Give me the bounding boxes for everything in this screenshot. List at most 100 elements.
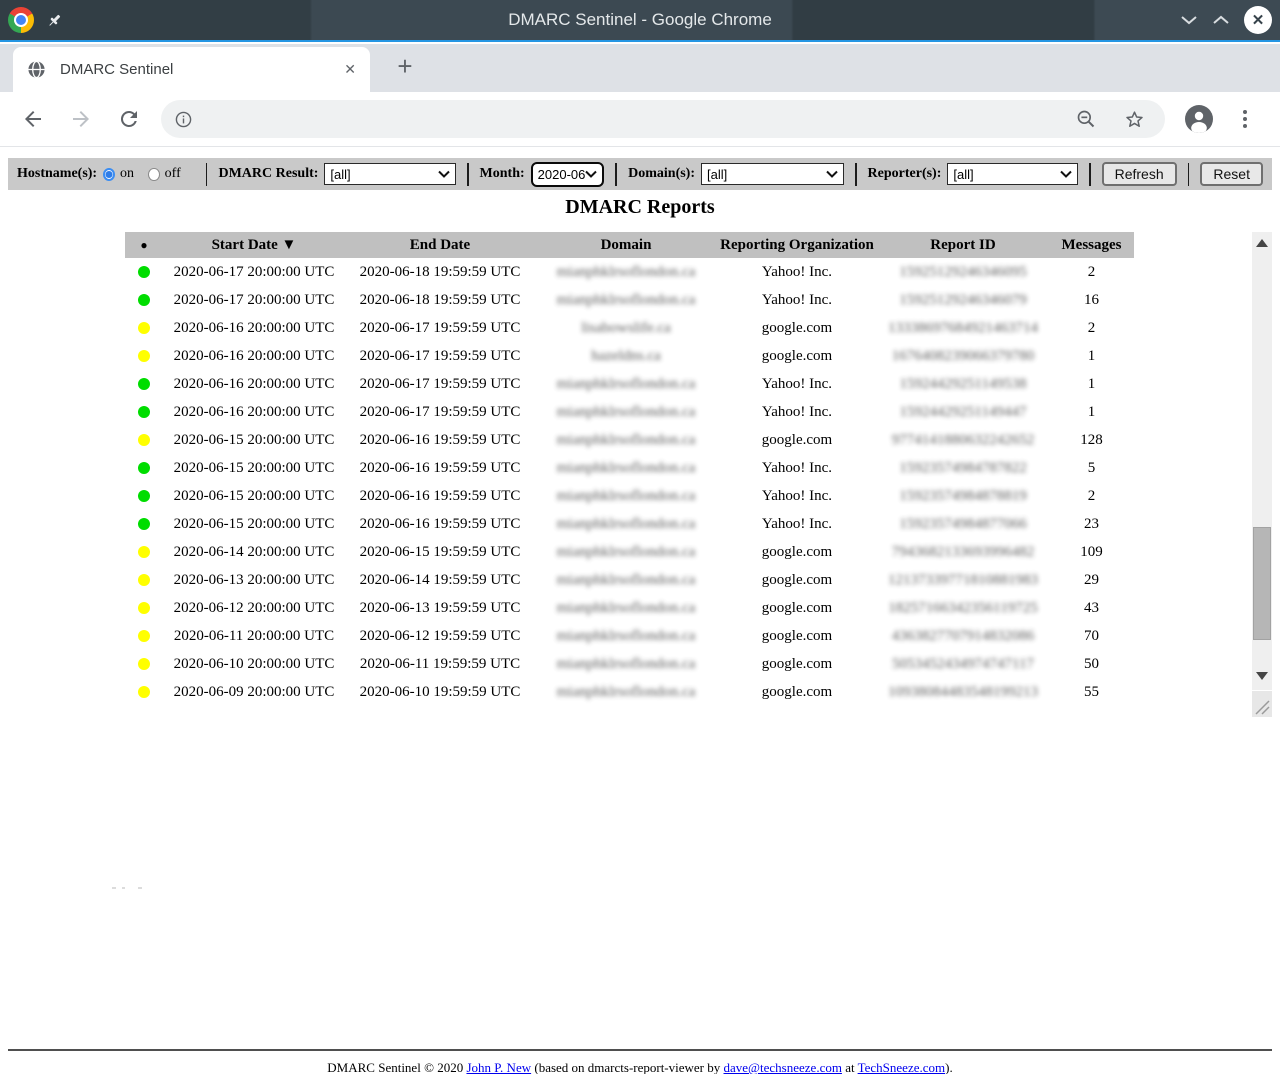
email-link[interactable]: dave@techsneeze.com [724,1060,842,1074]
table-row[interactable]: 2020-06-14 20:00:00 UTC 2020-06-15 19:59… [125,538,1134,566]
window-title: DMARC Sentinel - Google Chrome [0,0,1280,40]
tab-strip: DMARC Sentinel ✕ + [0,44,1280,92]
start-date-cell: 2020-06-13 20:00:00 UTC [163,566,345,594]
profile-avatar[interactable] [1185,105,1213,133]
table-row[interactable]: 2020-06-10 20:00:00 UTC 2020-06-11 19:59… [125,650,1134,678]
header-start-date[interactable]: Start Date ▼ [163,232,345,258]
table-row[interactable]: 2020-06-16 20:00:00 UTC 2020-06-17 19:59… [125,398,1134,426]
reset-button[interactable]: Reset [1200,162,1263,186]
table-row[interactable]: 2020-06-16 20:00:00 UTC 2020-06-17 19:59… [125,314,1134,342]
start-date-cell: 2020-06-15 20:00:00 UTC [163,426,345,454]
table-row[interactable]: 2020-06-12 20:00:00 UTC 2020-06-13 19:59… [125,594,1134,622]
messages-cell: 23 [1049,510,1134,538]
filter-separator [467,163,469,186]
report-id-cell: 18257166342356119725 [877,594,1049,622]
tab-dmarc-sentinel[interactable]: DMARC Sentinel ✕ [13,47,370,92]
faint-artifact [112,887,144,889]
messages-cell: 29 [1049,566,1134,594]
domain-cell: mianphklrsoflondon.ca [535,622,717,650]
status-dot [138,602,150,614]
start-date-cell: 2020-06-17 20:00:00 UTC [163,258,345,286]
status-cell [125,370,163,398]
address-bar[interactable] [161,100,1165,138]
zoom-indicator-icon[interactable] [1076,109,1096,129]
hostname-off-label: off [165,166,181,182]
end-date-cell: 2020-06-17 19:59:59 UTC [345,370,535,398]
domain-cell: mianphklrsoflondon.ca [535,482,717,510]
reporting-organization-cell: google.com [717,566,877,594]
dmarc-result-select[interactable]: [all] [324,163,455,185]
forward-button[interactable] [66,104,96,134]
table-row[interactable]: 2020-06-15 20:00:00 UTC 2020-06-16 19:59… [125,426,1134,454]
table-row[interactable]: 2020-06-09 20:00:00 UTC 2020-06-10 19:59… [125,678,1134,706]
header-status[interactable]: ● [125,232,163,258]
domain-cell: mianphklrsoflondon.ca [535,454,717,482]
status-dot [138,406,150,418]
table-row[interactable]: 2020-06-17 20:00:00 UTC 2020-06-18 19:59… [125,286,1134,314]
minimize-button[interactable] [1180,15,1198,25]
new-tab-button[interactable]: + [390,52,420,82]
table-row[interactable]: 2020-06-17 20:00:00 UTC 2020-06-18 19:59… [125,258,1134,286]
status-dot [138,490,150,502]
hostname-off-radio[interactable] [148,168,160,181]
header-report-id[interactable]: Report ID [877,232,1049,258]
refresh-button[interactable]: Refresh [1102,162,1177,186]
reporting-organization-cell: google.com [717,538,877,566]
scrollbar-thumb[interactable] [1253,527,1271,640]
author-link[interactable]: John P. New [466,1060,531,1074]
start-date-cell: 2020-06-14 20:00:00 UTC [163,538,345,566]
status-dot [138,630,150,642]
status-dot [138,658,150,670]
table-row[interactable]: 2020-06-15 20:00:00 UTC 2020-06-16 19:59… [125,482,1134,510]
table-row[interactable]: 2020-06-11 20:00:00 UTC 2020-06-12 19:59… [125,622,1134,650]
end-date-cell: 2020-06-15 19:59:59 UTC [345,538,535,566]
end-date-cell: 2020-06-12 19:59:59 UTC [345,622,535,650]
scroll-up-arrow-icon[interactable] [1256,239,1268,247]
reporting-organization-cell: Yahoo! Inc. [717,454,877,482]
start-date-cell: 2020-06-16 20:00:00 UTC [163,398,345,426]
scroll-down-arrow-icon[interactable] [1256,672,1268,680]
table-row[interactable]: 2020-06-15 20:00:00 UTC 2020-06-16 19:59… [125,510,1134,538]
hostname-on-radio[interactable] [103,168,115,181]
domain-cell: mianphklrsoflondon.ca [535,510,717,538]
table-row[interactable]: 2020-06-15 20:00:00 UTC 2020-06-16 19:59… [125,454,1134,482]
status-cell [125,398,163,426]
messages-cell: 1 [1049,370,1134,398]
resize-grip[interactable] [1252,691,1272,717]
maximize-button[interactable] [1212,15,1230,25]
reporters-select[interactable]: [all] [947,163,1077,185]
domains-select[interactable]: [all] [701,163,844,185]
back-button[interactable] [18,104,48,134]
bookmark-star-icon[interactable] [1124,109,1145,130]
reporting-organization-cell: google.com [717,650,877,678]
scrollbar-track[interactable] [1252,232,1272,690]
header-domain[interactable]: Domain [535,232,717,258]
reload-button[interactable] [114,104,144,134]
header-end-date[interactable]: End Date [345,232,535,258]
domain-cell: mianphklrsoflondon.ca [535,538,717,566]
dmarc-result-label: DMARC Result: [218,166,318,182]
month-select[interactable]: 2020-06 [531,162,605,187]
footer-text: DMARC Sentinel © 2020 [327,1060,466,1074]
header-reporting-organization[interactable]: Reporting Organization [717,232,877,258]
menu-icon[interactable] [1233,107,1257,131]
reporting-organization-cell: Yahoo! Inc. [717,510,877,538]
reporting-organization-cell: google.com [717,678,877,706]
table-row[interactable]: 2020-06-13 20:00:00 UTC 2020-06-14 19:59… [125,566,1134,594]
table-row[interactable]: 2020-06-16 20:00:00 UTC 2020-06-17 19:59… [125,342,1134,370]
end-date-cell: 2020-06-16 19:59:59 UTC [345,454,535,482]
report-id-cell: 9774141880632242652 [877,426,1049,454]
reporting-organization-cell: google.com [717,314,877,342]
site-link[interactable]: TechSneeze.com [858,1060,946,1074]
table-row[interactable]: 2020-06-16 20:00:00 UTC 2020-06-17 19:59… [125,370,1134,398]
footer-text: at [842,1060,858,1074]
header-messages[interactable]: Messages [1049,232,1134,258]
footer-text: ). [945,1060,953,1074]
page-info-icon[interactable] [175,111,192,128]
end-date-cell: 2020-06-17 19:59:59 UTC [345,342,535,370]
messages-cell: 1 [1049,398,1134,426]
close-window-button[interactable]: ✕ [1244,6,1272,34]
filter-separator [1089,163,1091,186]
tab-close-icon[interactable]: ✕ [344,61,356,78]
report-id-cell: 15923574984877066 [877,510,1049,538]
